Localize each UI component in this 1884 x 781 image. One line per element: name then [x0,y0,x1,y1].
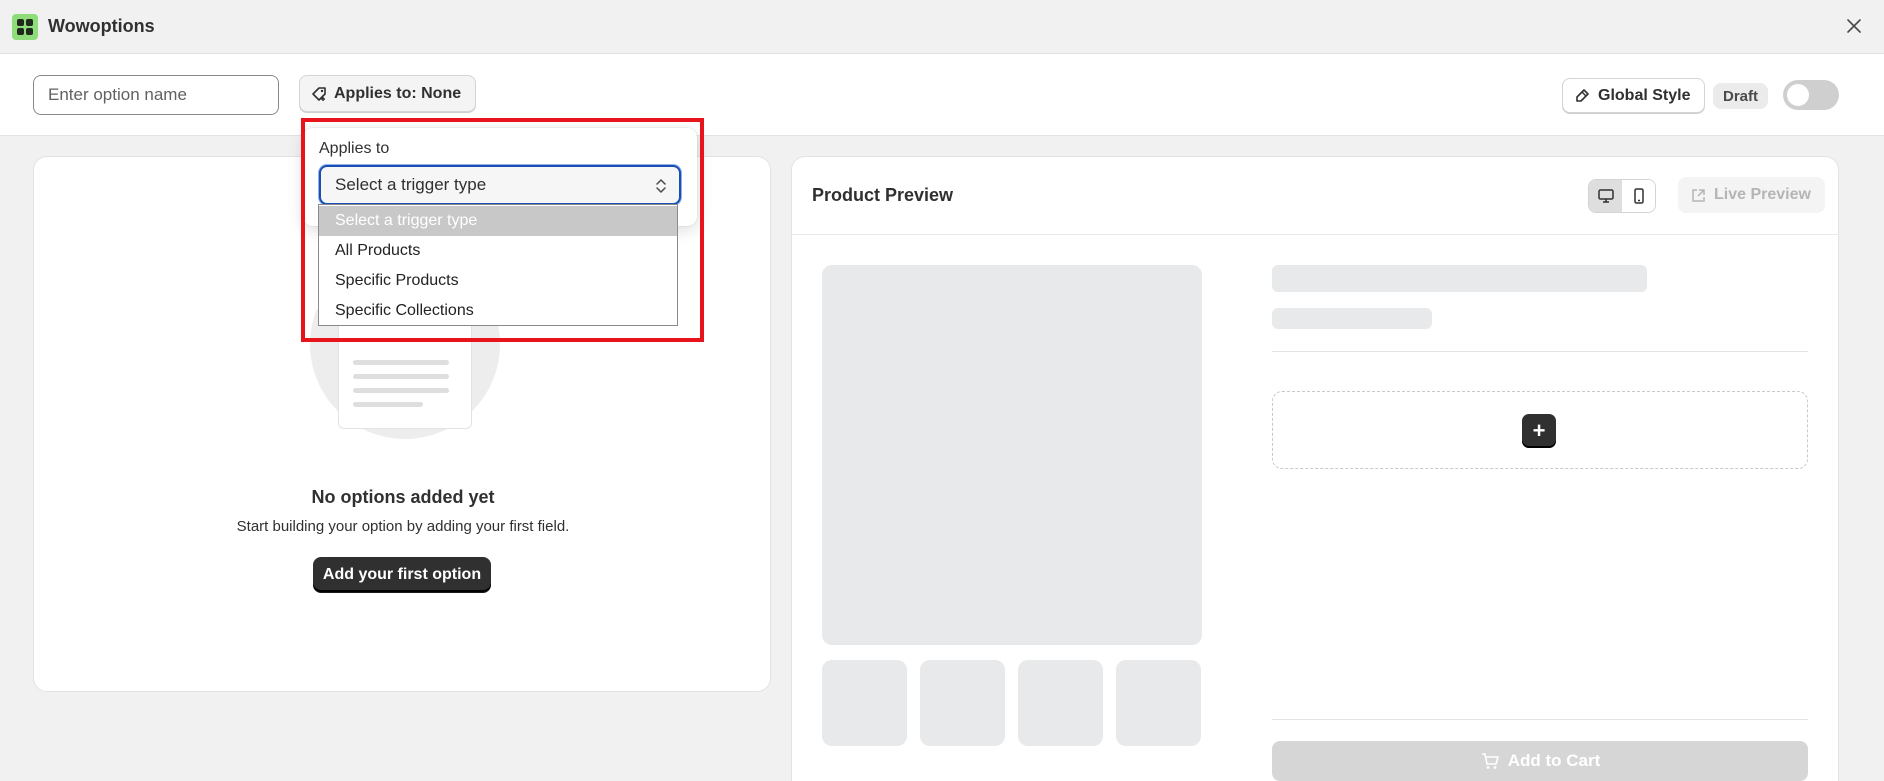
trigger-type-selected-value: Select a trigger type [335,175,487,194]
close-button[interactable] [1842,14,1866,38]
tag-icon [312,86,326,101]
title-placeholder [1272,265,1647,292]
status-badge: Draft [1713,83,1769,109]
add-to-cart-label: Add to Cart [1507,751,1601,770]
app-logo-icon [12,13,38,40]
thumbnail-placeholder [822,660,907,746]
empty-state-subtitle: Start building your option by adding you… [236,518,570,535]
option-name-input[interactable] [33,75,279,115]
add-field-button[interactable]: + [1522,414,1556,448]
trigger-type-select[interactable]: Select a trigger type [319,165,681,205]
mobile-icon [1633,188,1644,204]
live-preview-label: Live Preview [1714,186,1811,203]
live-preview-button[interactable]: Live Preview [1678,177,1825,213]
empty-state-title: No options added yet [311,487,495,507]
thumbnail-placeholder [1018,660,1103,746]
add-to-cart-button[interactable]: Add to Cart [1272,741,1808,781]
thumbnail-placeholder [920,660,1005,746]
trigger-type-options: Select a trigger type All Products Speci… [318,204,678,326]
desktop-view-button[interactable] [1589,180,1622,212]
add-field-dropzone: + [1272,391,1808,469]
preview-title: Product Preview [812,185,954,205]
brush-icon [1576,88,1589,102]
price-placeholder [1272,308,1432,329]
empty-state-illustration [310,309,500,449]
external-link-icon [1692,188,1705,202]
desktop-icon [1597,189,1614,203]
trigger-option-placeholder[interactable]: Select a trigger type [319,206,677,236]
editor-toolbar: Applies to: None Global Style Draft [0,54,1884,136]
applies-to-field-label: Applies to [319,140,390,157]
mobile-view-button[interactable] [1622,180,1655,212]
trigger-option-all-products[interactable]: All Products [319,236,677,266]
global-style-label: Global Style [1598,86,1691,104]
trigger-option-specific-collections[interactable]: Specific Collections [319,296,677,326]
toggle-knob [1787,84,1809,106]
add-first-option-button[interactable]: Add your first option [313,557,491,592]
title-bar: Wowoptions [0,0,1884,54]
applies-to-button[interactable]: Applies to: None [299,75,477,112]
applies-to-label: Applies to: None [334,84,462,102]
app-title: Wowoptions [48,16,155,36]
trigger-option-specific-products[interactable]: Specific Products [319,266,677,296]
select-chevrons-icon [656,179,666,193]
cart-icon [1481,753,1499,769]
thumbnail-placeholder [1116,660,1201,746]
product-image-placeholder [822,265,1202,645]
publish-toggle[interactable] [1783,80,1839,110]
preview-divider [1272,719,1808,720]
preview-header: Product Preview Live Preview [792,157,1838,235]
device-toggle-group [1588,179,1656,213]
close-icon [1847,19,1861,33]
product-preview-panel: Product Preview Live Preview + Add to Ca… [791,156,1839,781]
preview-divider [1272,351,1808,352]
global-style-button[interactable]: Global Style [1562,78,1706,113]
